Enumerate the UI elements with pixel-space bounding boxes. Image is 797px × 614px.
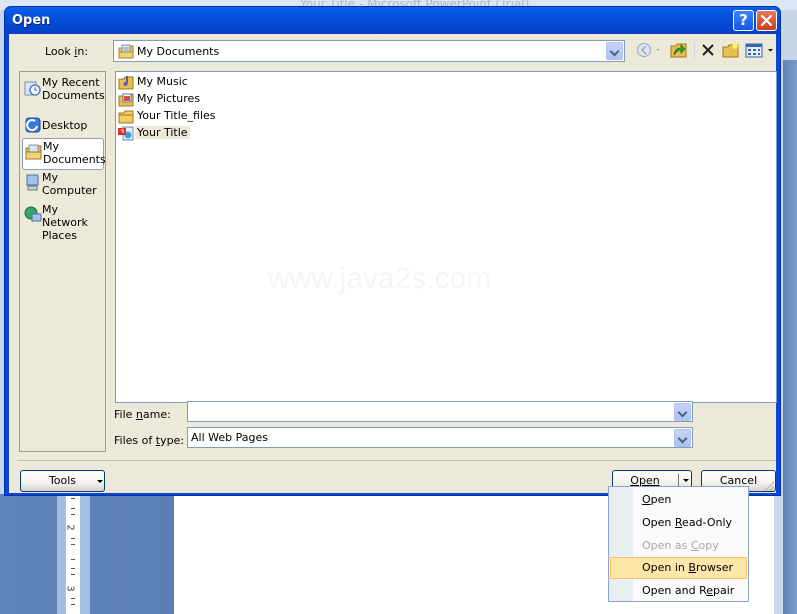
my-documents-icon bbox=[118, 44, 134, 59]
look-in-dropdown-arrow[interactable] bbox=[606, 42, 623, 60]
place-label: Desktop bbox=[42, 119, 88, 132]
background-scrollbar bbox=[783, 60, 797, 614]
look-in-dropdown[interactable]: My Documents bbox=[113, 40, 625, 62]
dialog-client-area: Look in: My Documents My Recent Document… bbox=[9, 34, 777, 493]
ruler-tick bbox=[71, 514, 75, 515]
dialog-title: Open bbox=[12, 13, 51, 28]
menu-item-label: Open in Browser bbox=[642, 561, 733, 574]
pictures-folder-icon bbox=[118, 93, 134, 107]
ruler-tick bbox=[71, 538, 75, 539]
ruler-tick bbox=[71, 559, 75, 560]
open-options-menu: Open Open Read-Only Open as Copy Open in… bbox=[608, 486, 749, 602]
open-dialog: Open ? Look in: My Documents My Recent D… bbox=[4, 6, 781, 496]
dialog-title-bar[interactable]: Open ? bbox=[5, 7, 780, 34]
ruler-number: 3 bbox=[64, 585, 76, 592]
place-label: My Recent bbox=[42, 76, 100, 89]
place-my-network-places[interactable]: My Network Places bbox=[22, 202, 104, 242]
place-label: My bbox=[42, 171, 59, 184]
menu-item-label: Open Read-Only bbox=[642, 516, 733, 529]
look-in-label: Look in: bbox=[45, 45, 89, 58]
file-name: My Music bbox=[137, 75, 188, 88]
folder-icon bbox=[118, 110, 134, 124]
files-of-type-dropdown-arrow[interactable] bbox=[674, 429, 691, 447]
ruler-tick bbox=[71, 598, 75, 599]
recent-documents-icon bbox=[24, 81, 41, 96]
menu-item-label: Open bbox=[642, 493, 672, 506]
menu-item-open-read-only[interactable]: Open Read-Only bbox=[610, 512, 747, 534]
file-name: Your Title_files bbox=[137, 109, 216, 122]
ruler-number: 2 bbox=[64, 524, 76, 531]
files-of-type-dropdown[interactable]: All Web Pages bbox=[187, 427, 693, 448]
desktop-icon bbox=[25, 117, 41, 133]
my-computer-icon bbox=[26, 174, 39, 191]
file-name-dropdown-arrow[interactable] bbox=[674, 403, 691, 421]
tools-label: Tools bbox=[48, 474, 77, 487]
menu-item-open[interactable]: Open bbox=[610, 489, 747, 511]
delete-icon[interactable] bbox=[700, 42, 716, 58]
place-my-documents[interactable]: My Documents bbox=[22, 138, 106, 170]
place-label: My Network bbox=[42, 203, 88, 229]
chevron-down-icon bbox=[683, 479, 689, 482]
place-label: Computer bbox=[42, 184, 97, 197]
place-label: My bbox=[43, 140, 60, 153]
file-name: My Pictures bbox=[137, 92, 201, 105]
menu-item-open-in-browser[interactable]: Open in Browser bbox=[610, 557, 747, 579]
file-list[interactable]: My Music My Pictures Your Title_files Yo… bbox=[115, 71, 777, 403]
place-label: Documents bbox=[43, 153, 106, 166]
place-my-computer[interactable]: My Computer bbox=[22, 170, 104, 202]
back-icon[interactable] bbox=[637, 42, 663, 58]
file-name-combo[interactable] bbox=[187, 401, 693, 422]
menu-item-label: Open and Repair bbox=[642, 584, 735, 597]
places-bar: My RecentDocuments Desktop MyDocuments bbox=[19, 71, 106, 452]
tools-button[interactable]: Tools bbox=[20, 470, 105, 492]
vertical-ruler-track bbox=[66, 494, 80, 614]
ruler-tick bbox=[71, 604, 75, 605]
close-icon bbox=[760, 14, 773, 27]
chevron-down-icon bbox=[97, 480, 103, 483]
menu-item-label: Open as Copy bbox=[642, 539, 719, 552]
ruler-tick bbox=[71, 544, 75, 545]
help-button[interactable]: ? bbox=[733, 10, 754, 31]
new-folder-icon[interactable] bbox=[722, 42, 740, 58]
ruler-tick bbox=[71, 568, 75, 569]
toolbar-separator bbox=[694, 42, 695, 58]
network-places-icon bbox=[24, 206, 42, 222]
ruler-tick bbox=[71, 498, 75, 499]
files-of-type-label: Files of type: bbox=[114, 434, 185, 447]
menu-item-open-and-repair[interactable]: Open and Repair bbox=[610, 580, 747, 602]
file-name-label: File name: bbox=[114, 408, 171, 421]
close-button[interactable] bbox=[756, 10, 777, 31]
look-in-value: My Documents bbox=[137, 45, 220, 58]
up-one-level-icon[interactable] bbox=[670, 42, 688, 58]
ruler-tick bbox=[71, 508, 75, 509]
file-name-input[interactable] bbox=[190, 403, 670, 420]
place-label: Documents bbox=[42, 89, 105, 102]
place-label: Places bbox=[42, 229, 77, 242]
views-icon[interactable] bbox=[745, 42, 775, 58]
place-my-recent-documents[interactable]: My Recent Documents bbox=[22, 75, 105, 107]
separator bbox=[17, 460, 776, 461]
powerpoint-file-icon bbox=[118, 126, 134, 141]
files-of-type-value: All Web Pages bbox=[191, 431, 268, 444]
music-folder-icon bbox=[118, 76, 134, 90]
resize-grip[interactable] bbox=[764, 481, 774, 491]
file-name: Your Title bbox=[135, 126, 190, 139]
ruler-tick bbox=[71, 574, 75, 575]
my-documents-icon bbox=[25, 144, 42, 160]
menu-item-open-as-copy[interactable]: Open as Copy bbox=[610, 535, 747, 557]
watermark: www.java2s.com bbox=[268, 262, 492, 295]
